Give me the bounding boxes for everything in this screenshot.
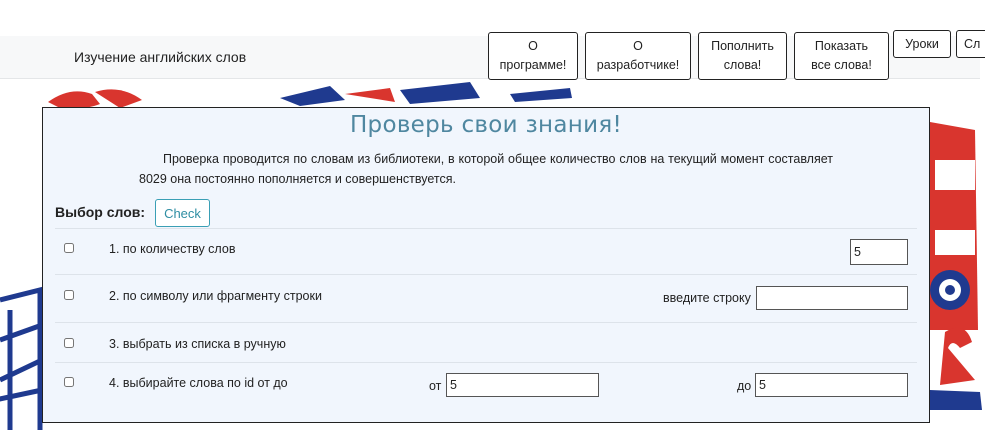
option-manual-label: 3. выбрать из списка в ручную: [109, 337, 286, 351]
about-developer-button[interactable]: О разработчике!: [585, 32, 691, 80]
id-from-input[interactable]: [446, 373, 599, 397]
option-row-fragment: 2. по символу или фрагменту строки введи…: [55, 274, 917, 323]
panel-title: Проверь свои знания!: [349, 112, 623, 138]
option-fragment-label: 2. по символу или фрагменту строки: [109, 289, 322, 303]
panel-description: Проверка проводится по словам из библиот…: [139, 152, 833, 186]
fragment-input[interactable]: [756, 286, 908, 310]
id-from-label: от: [429, 379, 442, 393]
lessons-button[interactable]: Уроки: [893, 30, 951, 58]
next-nav-button[interactable]: Сл: [956, 30, 985, 58]
add-words-button[interactable]: Пополнить слова!: [698, 32, 787, 80]
option-row-count: 1. по количеству слов: [55, 228, 917, 275]
knowledge-test-panel: Проверь свои знания! Проверка проводится…: [42, 107, 930, 423]
option-fragment-checkbox[interactable]: [64, 290, 74, 300]
option-count-label: 1. по количеству слов: [109, 242, 236, 256]
option-id-range-checkbox[interactable]: [64, 377, 74, 387]
show-all-words-button[interactable]: Показать все слова!: [794, 32, 889, 80]
app-title: Изучение английских слов: [74, 49, 247, 65]
id-to-label: до: [737, 379, 752, 393]
option-row-manual: 3. выбрать из списка в ручную: [55, 322, 917, 363]
word-selection-label: Выбор слов:: [55, 204, 146, 220]
option-count-checkbox[interactable]: [64, 243, 74, 253]
id-to-input[interactable]: [755, 373, 908, 397]
fragment-input-label: введите строку: [663, 291, 751, 305]
option-manual-checkbox[interactable]: [64, 338, 74, 348]
about-program-button[interactable]: О программе!: [488, 32, 578, 80]
word-count-input[interactable]: [850, 239, 908, 265]
option-row-id-range: 4. выбирайте слова по id от до от до: [55, 362, 917, 409]
option-id-range-label: 4. выбирайте слова по id от до: [109, 376, 288, 390]
check-button[interactable]: Check: [155, 199, 210, 227]
